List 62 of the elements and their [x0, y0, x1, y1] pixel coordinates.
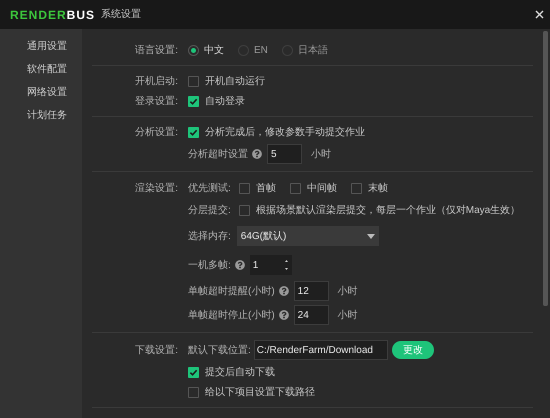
spinner-field[interactable]: 1 — [250, 255, 292, 275]
checkbox-label: 提交后自动下载 — [205, 366, 275, 380]
field-label: 默认下载位置: — [188, 344, 251, 358]
checkbox-label: 中间帧 — [306, 182, 337, 196]
setting-label: 开机启动: — [135, 74, 178, 88]
unit-label: 小时 — [311, 148, 331, 162]
sidebar-item[interactable]: 计划任务 — [0, 104, 82, 127]
caret-icon — [366, 234, 375, 238]
field-label: 优先测试: — [188, 182, 231, 196]
help-icon[interactable] — [278, 286, 289, 296]
setting-label: 分析设置: — [135, 126, 178, 140]
checkbox[interactable] — [188, 366, 199, 378]
setting-label: 语言设置: — [135, 44, 178, 58]
checkbox-label: 末帧 — [368, 182, 388, 196]
number-field[interactable]: 5 — [267, 144, 302, 164]
checkbox-label: 根据场景默认渲染层提交，每层一个作业（仅对Maya生效） — [256, 204, 520, 218]
path-field[interactable]: C:/RenderFarm/Download — [254, 340, 388, 360]
help-icon[interactable] — [252, 149, 262, 159]
window-title: 系统设置 — [101, 8, 142, 22]
field-label: 单帧超时停止(小时) — [188, 308, 275, 322]
checkbox-label: 自动登录 — [205, 94, 245, 108]
field-label: 一机多帧: — [188, 258, 231, 272]
sidebar-item[interactable]: 网络设置 — [0, 81, 82, 104]
stepper-arrows-icon[interactable] — [284, 259, 289, 271]
checkbox-label: 分析完成后，修改参数手动提交作业 — [205, 126, 365, 140]
checkbox-label: 开机自动运行 — [205, 74, 265, 88]
checkbox[interactable] — [188, 96, 199, 106]
number-field[interactable]: 24 — [294, 305, 329, 325]
number-field[interactable]: 12 — [294, 281, 329, 301]
sidebar-item[interactable]: 通用设置 — [0, 35, 82, 58]
checkmark-icon — [189, 368, 198, 376]
checkbox[interactable] — [188, 126, 199, 138]
checkbox[interactable] — [350, 182, 362, 194]
unit-label: 小时 — [338, 284, 358, 298]
unit-label: 小时 — [338, 308, 358, 322]
app-logo: RENDERBUS — [10, 6, 96, 24]
field-label: 单帧超时提醒(小时) — [188, 284, 275, 298]
checkbox-label: 首帧 — [256, 182, 276, 196]
field-label: 选择内存: — [188, 230, 231, 244]
field-label: 分析超时设置 — [188, 148, 248, 162]
radio-label: 中文 — [204, 44, 224, 58]
setting-label: 登录设置: — [135, 94, 178, 108]
setting-label: 下载设置: — [135, 344, 178, 358]
checkbox[interactable] — [238, 182, 250, 194]
checkmark-icon — [189, 96, 198, 106]
checkbox[interactable] — [290, 182, 301, 194]
checkbox[interactable] — [238, 204, 250, 216]
checkbox[interactable] — [188, 386, 199, 398]
checkbox[interactable] — [188, 76, 199, 86]
help-icon[interactable] — [234, 260, 245, 270]
radio-label: EN — [254, 44, 268, 58]
checkmark-icon — [189, 128, 198, 136]
field-label: 分层提交: — [188, 204, 231, 218]
memory-dropdown[interactable]: 64G(默认) — [236, 226, 379, 246]
radio-label: 日本語 — [298, 44, 328, 58]
help-icon[interactable] — [278, 310, 289, 320]
setting-label: 渲染设置: — [135, 182, 178, 196]
scrollbar-thumb[interactable] — [543, 31, 548, 306]
sidebar-item[interactable]: 软件配置 — [0, 58, 82, 81]
checkbox-label: 给以下项目设置下载路径 — [205, 386, 315, 400]
radio-button[interactable] — [188, 44, 199, 56]
close-icon[interactable] — [535, 10, 544, 19]
